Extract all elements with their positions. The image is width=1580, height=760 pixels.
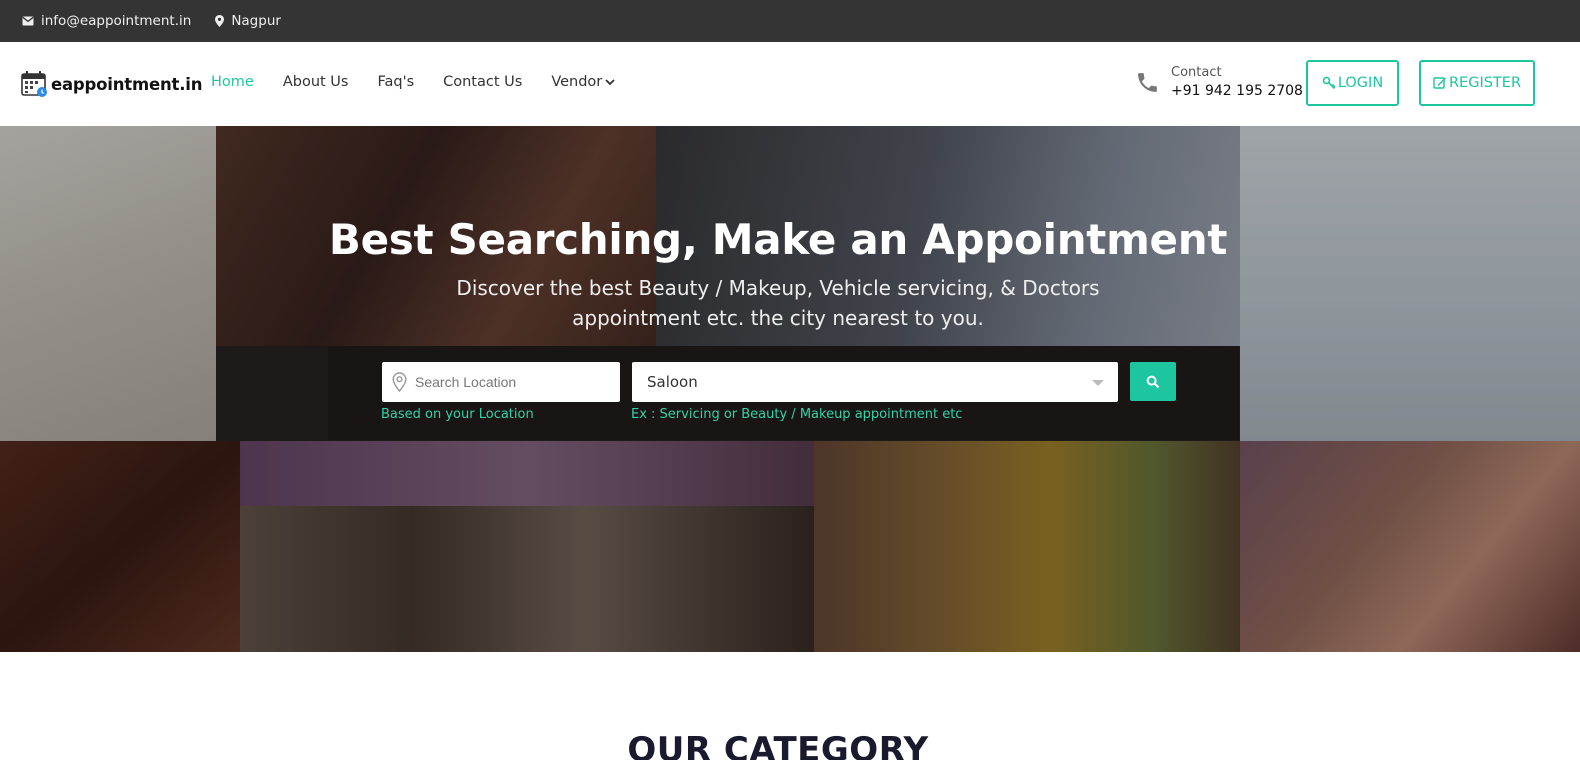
contact-number: +91 942 195 2708 — [1171, 83, 1303, 100]
topbar-email[interactable]: info@eappointment.in — [22, 13, 191, 29]
category-selected-value: Saloon — [647, 373, 698, 391]
nav-vendor-label: Vendor — [551, 74, 603, 90]
location-hint: Based on your Location — [381, 407, 534, 422]
category-hint: Ex : Servicing or Beauty / Makeup appoin… — [631, 407, 963, 422]
phone-icon — [1138, 73, 1157, 93]
main-nav: Home About Us Faq's Contact Us Vendor — [211, 74, 644, 90]
register-label: REGISTER — [1448, 75, 1522, 91]
calendar-logo-icon — [21, 71, 47, 97]
hero-title: Best Searching, Make an Appointment — [328, 215, 1228, 264]
envelope-icon — [22, 16, 34, 26]
nav-about-us[interactable]: About Us — [283, 74, 349, 90]
topbar-location-text: Nagpur — [231, 13, 281, 29]
location-search-field[interactable] — [382, 362, 620, 402]
topbar-email-text: info@eappointment.in — [41, 13, 192, 29]
brand-name: eappointment.in — [51, 74, 203, 94]
key-icon — [1322, 76, 1336, 90]
category-select[interactable]: Saloon — [632, 362, 1118, 402]
map-pin-icon — [215, 15, 225, 27]
nav-vendor[interactable]: Vendor — [551, 74, 615, 90]
category-section-title: OUR CATEGORY — [627, 730, 929, 760]
topbar-location: Nagpur — [215, 13, 281, 29]
hero-subtitle: Discover the best Beauty / Makeup, Vehic… — [456, 276, 1100, 330]
nav-faqs[interactable]: Faq's — [377, 74, 414, 90]
location-pin-icon — [392, 372, 407, 392]
caret-down-icon — [1092, 380, 1104, 386]
contact-label: Contact — [1171, 65, 1222, 80]
chevron-down-icon — [605, 78, 615, 85]
edit-icon — [1433, 77, 1446, 89]
nav-home[interactable]: Home — [211, 74, 254, 90]
search-icon — [1146, 375, 1160, 388]
header-contact[interactable]: Contact +91 942 195 2708 — [1135, 64, 1303, 102]
login-label: LOGIN — [1337, 75, 1384, 91]
top-bar: info@eappointment.in Nagpur — [0, 0, 1580, 42]
brand-logo[interactable]: eappointment.in — [21, 70, 202, 98]
register-button[interactable]: REGISTER — [1419, 60, 1535, 106]
login-button[interactable]: LOGIN — [1306, 60, 1399, 106]
nav-contact-us[interactable]: Contact Us — [443, 74, 522, 90]
hero-banner: Best Searching, Make an Appointment Disc… — [0, 126, 1580, 652]
search-button[interactable] — [1130, 362, 1176, 401]
location-input[interactable] — [415, 374, 605, 390]
